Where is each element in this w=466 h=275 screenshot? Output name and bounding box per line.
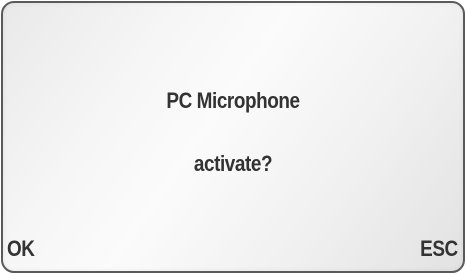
- ok-softkey[interactable]: OK: [7, 236, 35, 262]
- dialog-message-line-2: activate?: [193, 151, 273, 176]
- display-screen: PC Microphone activate? OK ESC: [1, 1, 465, 273]
- dialog-message-line-1: PC Microphone: [166, 88, 300, 113]
- esc-softkey[interactable]: ESC: [420, 236, 458, 262]
